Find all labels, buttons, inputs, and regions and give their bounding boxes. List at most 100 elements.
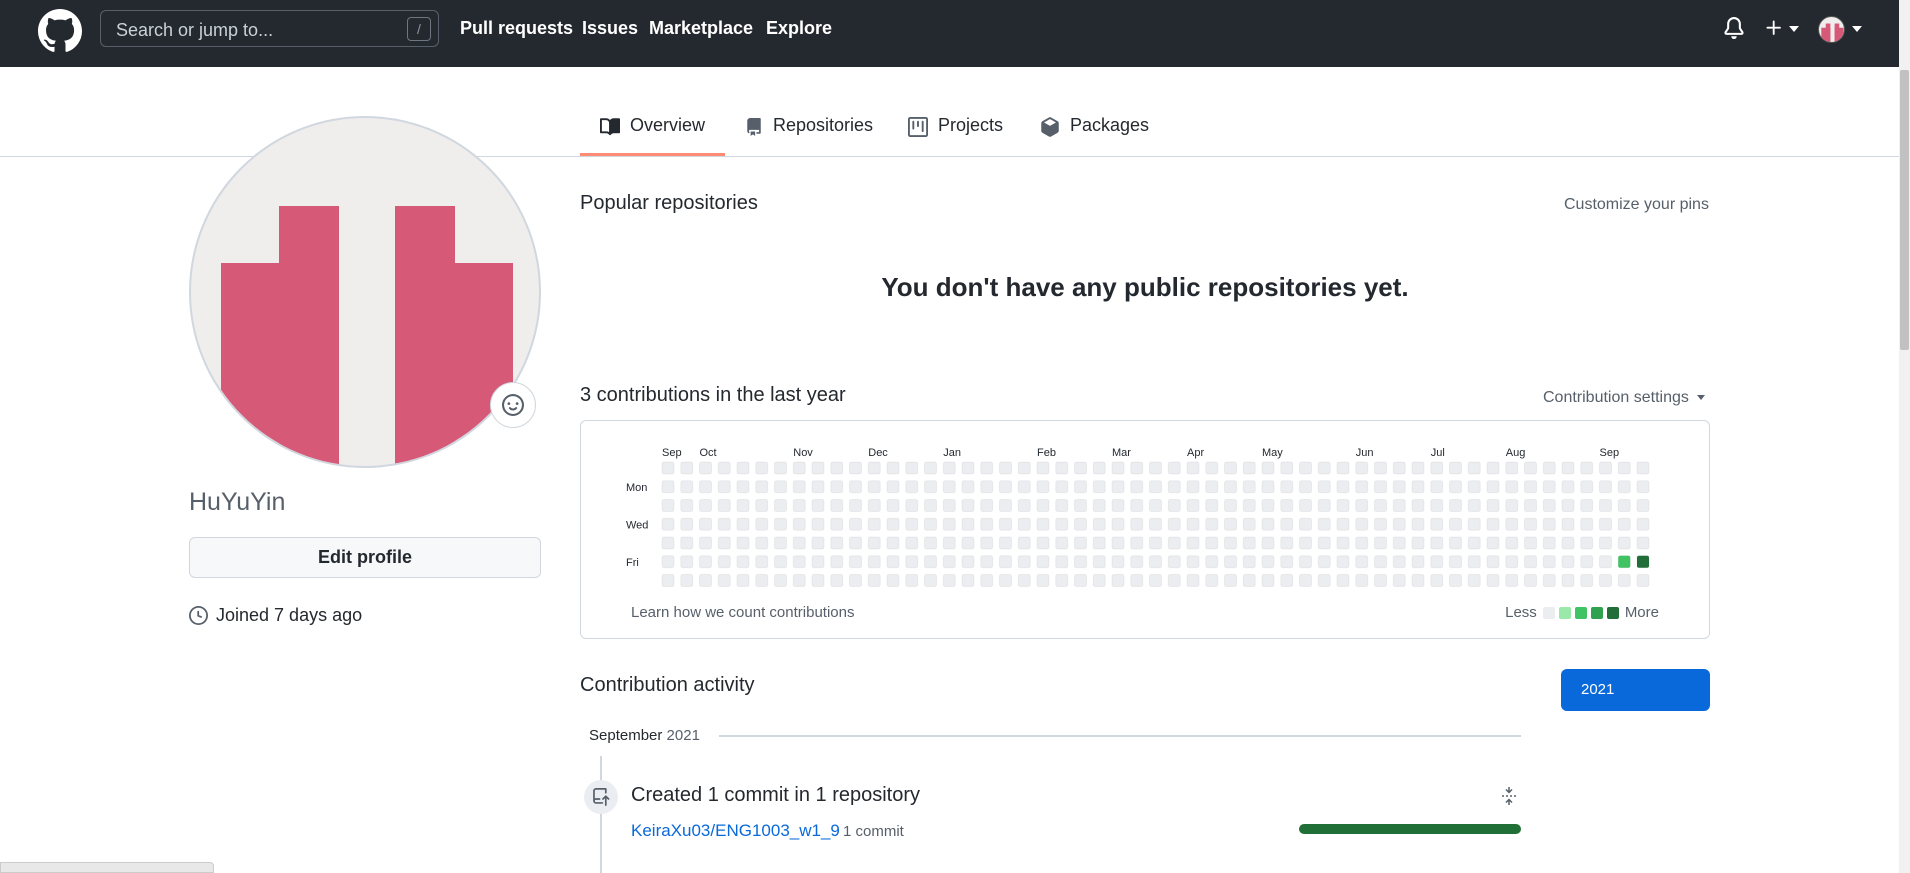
fold-icon[interactable] xyxy=(1501,786,1517,806)
contribution-day[interactable] xyxy=(886,461,900,475)
contribution-day[interactable] xyxy=(1092,555,1106,569)
contribution-day[interactable] xyxy=(1111,499,1125,512)
contribution-day[interactable] xyxy=(1449,555,1462,569)
contribution-day[interactable] xyxy=(774,536,787,550)
contribution-day[interactable] xyxy=(1299,499,1312,512)
contribution-day[interactable] xyxy=(1355,574,1369,587)
contribution-day[interactable] xyxy=(792,555,806,569)
contribution-day[interactable] xyxy=(1411,574,1425,587)
contribution-day[interactable] xyxy=(1561,555,1575,569)
contribution-day[interactable] xyxy=(736,461,750,475)
contribution-day[interactable] xyxy=(1524,536,1537,550)
contribution-day[interactable] xyxy=(886,499,900,512)
contribution-day[interactable] xyxy=(1017,536,1031,550)
contribution-day[interactable] xyxy=(1280,499,1294,512)
contribution-day[interactable] xyxy=(792,574,806,587)
contribution-day[interactable] xyxy=(1392,480,1406,494)
contribution-day[interactable] xyxy=(1074,461,1087,475)
contribution-day[interactable] xyxy=(1224,536,1237,550)
contribution-day[interactable] xyxy=(1411,517,1425,531)
contribution-day[interactable] xyxy=(886,536,900,550)
contribution-day[interactable] xyxy=(849,574,862,587)
contribution-day[interactable] xyxy=(680,574,694,587)
contribution-day[interactable] xyxy=(1280,574,1294,587)
contribution-day[interactable] xyxy=(1411,555,1425,569)
contribution-day[interactable] xyxy=(699,461,712,475)
contribution-day[interactable] xyxy=(1355,555,1369,569)
contribution-settings-dropdown[interactable]: Contribution settings xyxy=(1543,389,1706,407)
contribution-day[interactable] xyxy=(849,517,862,531)
contribution-day[interactable] xyxy=(811,517,825,531)
contribution-day[interactable] xyxy=(886,480,900,494)
contribution-day[interactable] xyxy=(961,574,975,587)
contribution-day[interactable] xyxy=(849,461,862,475)
contribution-day[interactable] xyxy=(1317,555,1331,569)
contribution-day[interactable] xyxy=(1430,461,1444,475)
contribution-day[interactable] xyxy=(1205,499,1219,512)
contribution-day[interactable] xyxy=(1149,555,1162,569)
contribution-day[interactable] xyxy=(1299,480,1312,494)
contribution-day[interactable] xyxy=(736,574,750,587)
contribution-day[interactable] xyxy=(1167,517,1181,531)
contribution-day[interactable] xyxy=(1392,555,1406,569)
contribution-day[interactable] xyxy=(1205,555,1219,569)
contribution-day[interactable] xyxy=(1055,536,1069,550)
contribution-day[interactable] xyxy=(1636,480,1650,494)
contribution-day[interactable] xyxy=(867,480,881,494)
contribution-day[interactable] xyxy=(1017,480,1031,494)
contribution-day[interactable] xyxy=(1149,461,1162,475)
contribution-day[interactable] xyxy=(811,499,825,512)
contribution-day[interactable] xyxy=(1617,480,1631,494)
contribution-day[interactable] xyxy=(1205,480,1219,494)
contribution-day[interactable] xyxy=(1542,517,1556,531)
contribution-day[interactable] xyxy=(849,480,862,494)
learn-contributions-link[interactable]: Learn how we count contributions xyxy=(631,604,854,621)
contribution-day[interactable] xyxy=(1111,536,1125,550)
contribution-day[interactable] xyxy=(774,555,787,569)
contribution-day[interactable] xyxy=(1449,461,1462,475)
contribution-day[interactable] xyxy=(1111,574,1125,587)
contribution-day[interactable] xyxy=(1524,499,1537,512)
contribution-day[interactable] xyxy=(1617,536,1631,550)
contribution-day[interactable] xyxy=(867,517,881,531)
contribution-day[interactable] xyxy=(1561,499,1575,512)
contribution-day[interactable] xyxy=(1130,461,1144,475)
contribution-day[interactable] xyxy=(1374,517,1387,531)
contribution-day[interactable] xyxy=(1167,461,1181,475)
contribution-day[interactable] xyxy=(811,461,825,475)
contribution-day[interactable] xyxy=(1467,536,1481,550)
contribution-day[interactable] xyxy=(1542,574,1556,587)
contribution-day[interactable] xyxy=(886,555,900,569)
contribution-day[interactable] xyxy=(736,536,750,550)
nav-explore[interactable]: Explore xyxy=(766,18,832,39)
contribution-day[interactable] xyxy=(1074,480,1087,494)
contribution-day[interactable] xyxy=(1636,574,1650,587)
contribution-day[interactable] xyxy=(1599,461,1612,475)
contribution-day[interactable] xyxy=(1130,499,1144,512)
contribution-day[interactable] xyxy=(661,536,675,550)
contribution-day[interactable] xyxy=(1261,574,1275,587)
contribution-day[interactable] xyxy=(942,555,956,569)
contribution-day[interactable] xyxy=(1449,536,1462,550)
contribution-day[interactable] xyxy=(1261,555,1275,569)
nav-pull-requests[interactable]: Pull requests xyxy=(460,18,573,39)
contribution-day[interactable] xyxy=(680,536,694,550)
contribution-day[interactable] xyxy=(1111,480,1125,494)
contribution-day[interactable] xyxy=(1299,461,1312,475)
contribution-day[interactable] xyxy=(1261,499,1275,512)
contribution-day[interactable] xyxy=(1580,499,1594,512)
nav-issues[interactable]: Issues xyxy=(582,18,638,39)
contribution-day[interactable] xyxy=(980,480,994,494)
contribution-day[interactable] xyxy=(830,480,844,494)
contribution-day[interactable] xyxy=(867,536,881,550)
contribution-day[interactable] xyxy=(774,480,787,494)
contribution-day[interactable] xyxy=(1280,461,1294,475)
contribution-day[interactable] xyxy=(1224,555,1237,569)
contribution-day[interactable] xyxy=(980,574,994,587)
contribution-day[interactable] xyxy=(999,499,1012,512)
contribution-day[interactable] xyxy=(924,480,937,494)
contribution-day[interactable] xyxy=(1636,461,1650,475)
contribution-day[interactable] xyxy=(661,517,675,531)
contribution-day[interactable] xyxy=(1149,574,1162,587)
contribution-day[interactable] xyxy=(1224,499,1237,512)
